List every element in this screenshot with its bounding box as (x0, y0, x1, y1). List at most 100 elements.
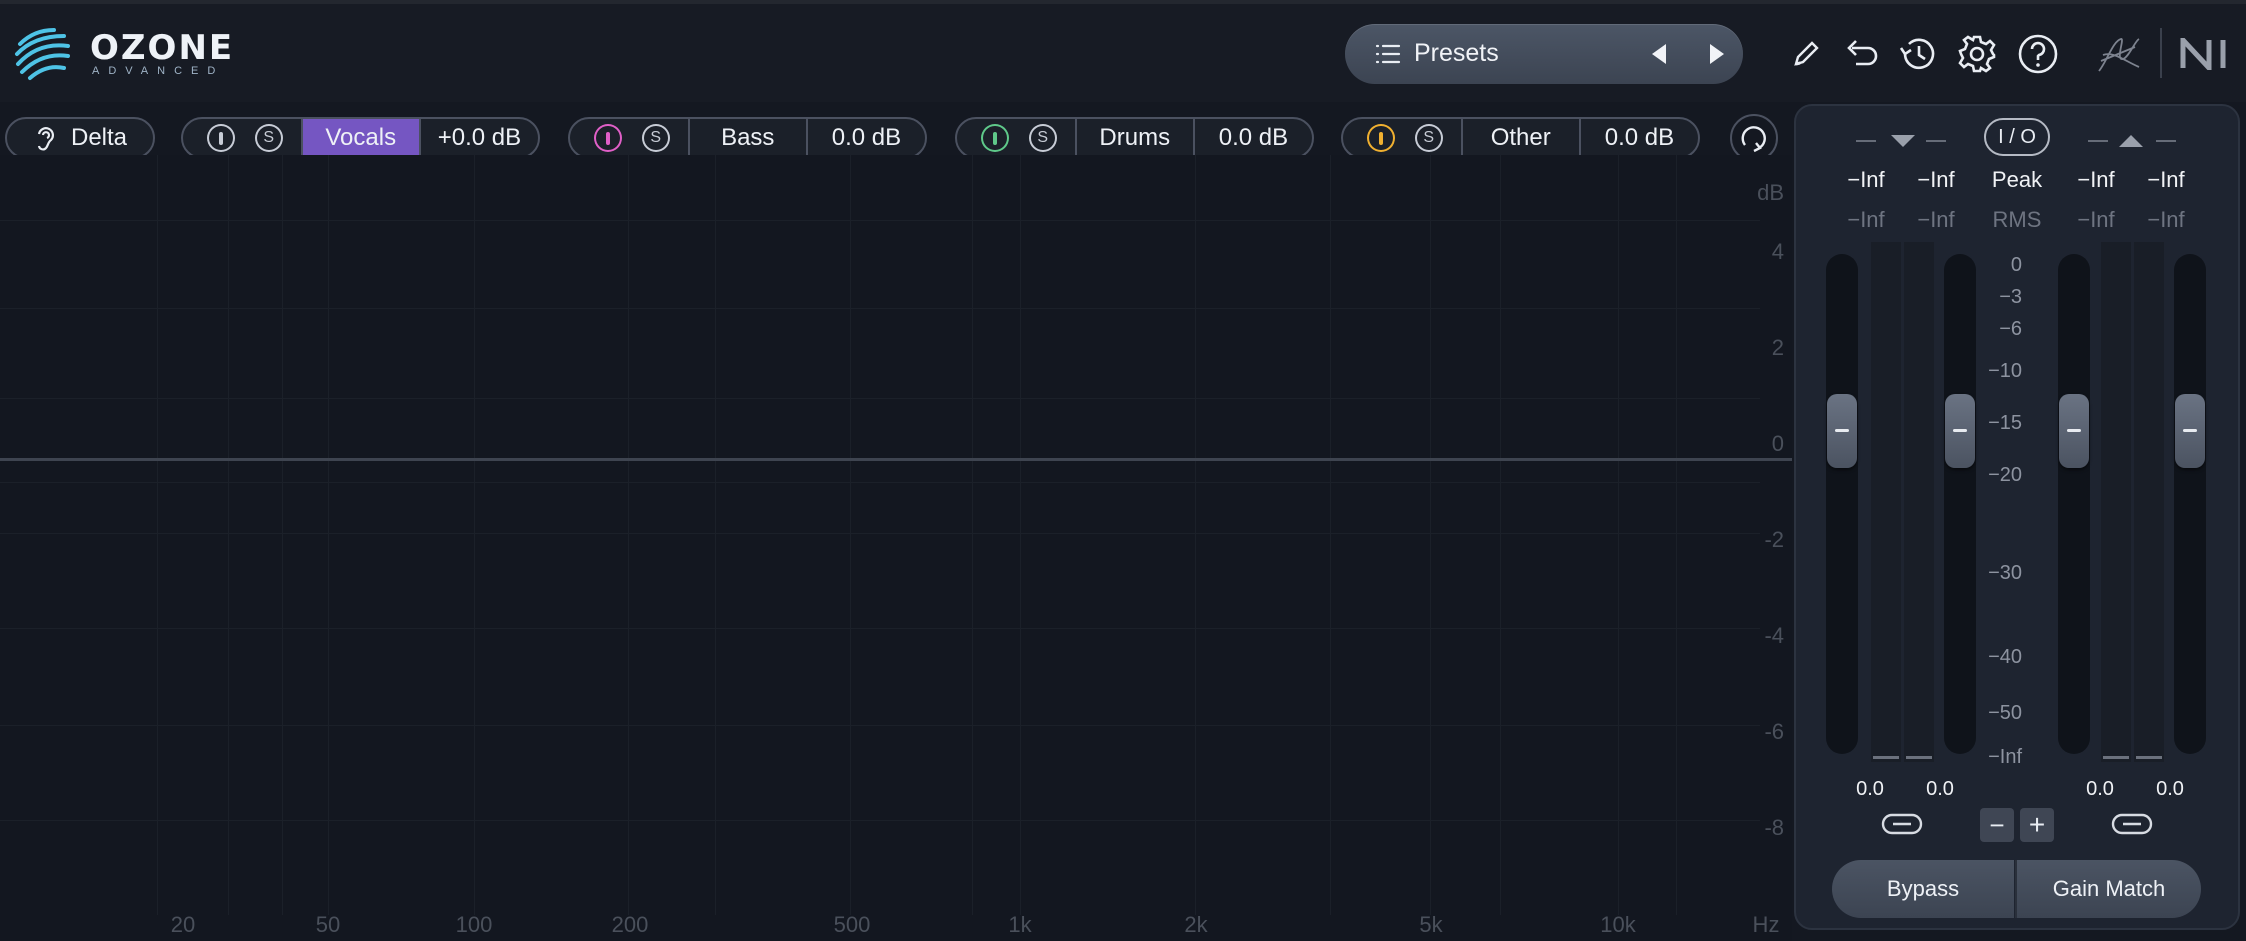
signature-icon (2098, 38, 2140, 72)
meter-scale-label: −40 (1988, 646, 2022, 668)
mute-indicator-icon (992, 131, 997, 145)
undo-icon (1847, 40, 1878, 66)
stem-gain-drums[interactable]: 0.0 dB (1192, 119, 1312, 157)
io-toggle-button[interactable]: I / O (1984, 118, 2050, 156)
meter-scale-label: −50 (1988, 702, 2022, 724)
output-link-button[interactable] (2110, 810, 2154, 838)
output-left-fader-handle[interactable] (2059, 394, 2089, 468)
gain-match-button[interactable]: Gain Match (2017, 860, 2201, 918)
eq-display[interactable]: dB 4 2 0 -2 -4 -6 -8 20 50 100 200 500 1… (0, 155, 1792, 941)
solo-bass-button[interactable]: S (641, 124, 670, 152)
output-right-gain-value[interactable]: 0.0 (2140, 778, 2200, 801)
db-tick-label: -4 (1764, 623, 1784, 648)
hz-tick-label: 500 (833, 912, 871, 937)
history-button[interactable] (1896, 32, 1940, 76)
hz-tick-label: 1k (1008, 912, 1032, 937)
solo-other-button[interactable]: S (1414, 124, 1443, 152)
previous-preset-icon (1652, 44, 1666, 64)
output-right-fader-handle[interactable] (2175, 394, 2205, 468)
output-left-gain-value[interactable]: 0.0 (2070, 778, 2130, 801)
output-right-meter-floor (2136, 756, 2162, 759)
hz-tick-label: 200 (611, 912, 649, 937)
stem-gain-vocals[interactable]: +0.0 dB (418, 119, 538, 157)
presets-bar[interactable]: Presets (1345, 24, 1743, 84)
db-tick-label: -8 (1764, 815, 1784, 840)
stem-name-bass[interactable]: Bass (687, 119, 806, 157)
mute-indicator-icon (1378, 131, 1383, 145)
io-meter-panel: I / O −Inf −Inf Peak −Inf −Inf −Inf −Inf… (1794, 104, 2240, 930)
input-link-button[interactable] (1880, 810, 1924, 838)
presets-label: Presets (1414, 39, 1499, 67)
help-icon (2018, 34, 2058, 74)
meter-scale-label: −Inf (1988, 746, 2022, 768)
mute-drums-button[interactable] (981, 124, 1009, 152)
stem-drums[interactable]: S Drums 0.0 dB (955, 117, 1314, 159)
delta-button[interactable]: Delta (5, 117, 155, 159)
stem-bass[interactable]: S Bass 0.0 dB (568, 117, 927, 159)
input-left-fader-track[interactable] (1826, 254, 1858, 754)
stem-gain-bass[interactable]: 0.0 dB (805, 119, 925, 157)
mute-other-button[interactable] (1367, 124, 1395, 152)
previous-preset-button[interactable] (1641, 36, 1677, 72)
output-right-fader-track[interactable] (2174, 254, 2206, 754)
solo-drums-button[interactable]: S (1028, 124, 1057, 152)
input-right-rms: −Inf (1917, 207, 1955, 232)
meter-scale-label: 0 (2010, 254, 2022, 276)
ozone-logo[interactable]: OZONE ADVANCED (14, 24, 244, 84)
mute-vocals-button[interactable] (207, 124, 235, 152)
hz-unit-label: Hz (1752, 912, 1780, 937)
solo-vocals-button[interactable]: S (254, 124, 283, 152)
output-left-meter (2101, 242, 2131, 762)
output-right-peak: −Inf (2147, 167, 2185, 192)
decrease-button[interactable]: − (1980, 808, 2014, 842)
input-collapse-arrow-icon[interactable] (1890, 134, 1916, 148)
input-left-meter (1871, 242, 1901, 762)
stem-vocals[interactable]: S Vocals +0.0 dB (181, 117, 540, 159)
stem-other[interactable]: S Other 0.0 dB (1341, 117, 1700, 159)
stem-gain-other[interactable]: 0.0 dB (1578, 119, 1698, 157)
input-right-gain-value[interactable]: 0.0 (1910, 778, 1970, 801)
loop-icon (1741, 126, 1766, 153)
output-left-peak: −Inf (2077, 167, 2115, 192)
hz-tick-label: 20 (170, 912, 196, 937)
undo-button[interactable] (1840, 34, 1880, 74)
output-right-rms: −Inf (2147, 207, 2185, 232)
db-tick-label: 4 (1771, 239, 1784, 264)
header-divider (2160, 28, 2162, 78)
meter-scale-label: −15 (1988, 412, 2022, 434)
db-tick-label: 0 (1771, 431, 1784, 456)
hz-tick-label: 100 (455, 912, 493, 937)
settings-gear-icon (1958, 35, 1996, 73)
stem-name-other[interactable]: Other (1460, 119, 1579, 157)
mute-bass-button[interactable] (594, 124, 622, 152)
stem-name-vocals[interactable]: Vocals (300, 119, 419, 157)
meter-scale-label: −20 (1988, 464, 2022, 486)
output-expand-arrow-icon[interactable] (2118, 134, 2144, 148)
logo-title: OZONE (90, 28, 235, 68)
input-right-fader-handle[interactable] (1945, 394, 1975, 468)
input-left-meter-floor (1873, 756, 1899, 759)
meter-scale-label: −10 (1988, 360, 2022, 382)
edit-button[interactable] (1788, 36, 1824, 72)
increase-button[interactable]: + (2020, 808, 2054, 842)
next-preset-button[interactable] (1699, 36, 1735, 72)
db-unit-label: dB (1757, 180, 1784, 205)
rms-label: RMS (1992, 207, 2042, 232)
signature-button[interactable] (2094, 30, 2144, 80)
input-dash-left (1856, 140, 1876, 142)
ni-logo-button[interactable] (2178, 34, 2234, 74)
eq-zero-line (0, 458, 1792, 461)
settings-button[interactable] (1955, 32, 1999, 76)
mute-indicator-icon (218, 131, 223, 145)
input-dash-right (1926, 140, 1946, 142)
input-left-fader-handle[interactable] (1827, 394, 1857, 468)
output-left-fader-track[interactable] (2058, 254, 2090, 754)
stem-name-drums[interactable]: Drums (1074, 119, 1193, 157)
ni-logo-icon (2180, 38, 2226, 70)
bypass-button[interactable]: Bypass (1832, 860, 2014, 918)
next-preset-icon (1710, 44, 1724, 64)
meter-scale-label: −3 (1999, 286, 2022, 308)
window-top-edge (0, 0, 2246, 4)
help-button[interactable] (2016, 32, 2060, 76)
input-left-gain-value[interactable]: 0.0 (1840, 778, 1900, 801)
